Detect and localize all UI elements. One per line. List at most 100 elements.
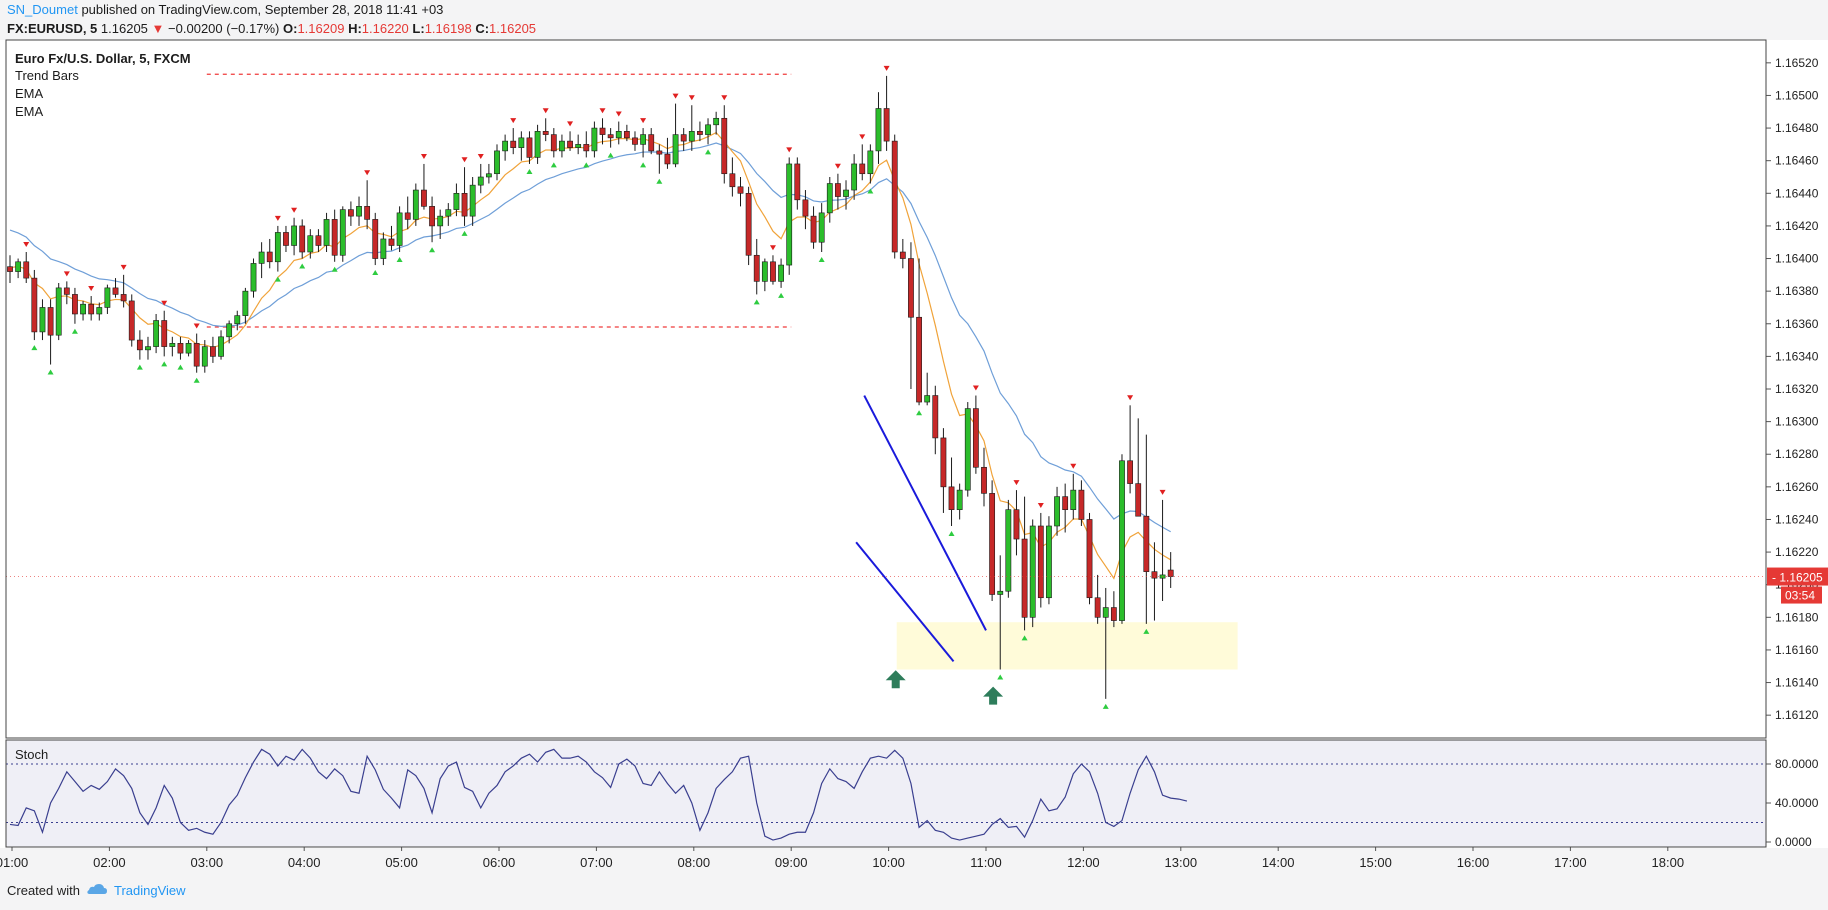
candle-body xyxy=(291,225,297,246)
candle-body xyxy=(315,235,322,246)
x-tick-label: 04:00 xyxy=(288,855,321,870)
candle-body xyxy=(437,215,444,227)
last-price-label: - 1.16205 xyxy=(1772,571,1823,585)
candle-body xyxy=(429,206,435,227)
x-tick-label: 05:00 xyxy=(385,855,418,870)
candle-body xyxy=(47,307,54,336)
y-tick-label: 1.16500 xyxy=(1775,88,1819,102)
candle-body xyxy=(737,186,744,194)
candle-body xyxy=(88,303,95,315)
candle-body xyxy=(1094,597,1101,618)
candle-body xyxy=(218,336,224,357)
x-tick-label: 07:00 xyxy=(580,855,613,870)
candle-body xyxy=(201,346,208,367)
candle-body xyxy=(258,251,265,264)
candle-body xyxy=(899,251,906,259)
candle-body xyxy=(136,339,143,351)
candle-body xyxy=(461,192,468,217)
x-tick-label: 16:00 xyxy=(1457,855,1490,870)
stoch-tick-label: 0.0000 xyxy=(1775,835,1812,849)
price-chart[interactable]: 1.16520 1.16500 1.16480 1.16460 1.16440 1.164… xyxy=(0,0,1828,910)
candle-body xyxy=(396,212,403,246)
candle-body xyxy=(177,343,184,354)
candle-body xyxy=(729,173,736,188)
y-tick-label: 1.16340 xyxy=(1775,349,1819,363)
candle-body xyxy=(981,466,987,494)
candle-body xyxy=(412,189,419,220)
candle-body xyxy=(339,209,346,256)
candle-body xyxy=(859,163,866,175)
stoch-tick-label: 80.0000 xyxy=(1775,757,1819,771)
candle-body xyxy=(1005,509,1012,592)
candle-body xyxy=(575,144,582,148)
candle-body xyxy=(745,192,752,256)
candle-body xyxy=(242,290,249,316)
x-tick-label: 06:00 xyxy=(483,855,516,870)
candle-body xyxy=(274,232,281,263)
candle-body xyxy=(948,486,955,510)
candle-body xyxy=(542,131,549,135)
candle-body xyxy=(1078,489,1085,520)
y-tick-label: 1.16260 xyxy=(1775,480,1819,494)
y-tick-label: 1.16320 xyxy=(1775,382,1819,396)
candle-body xyxy=(502,140,509,152)
y-tick-label: 1.16140 xyxy=(1775,676,1819,690)
y-tick-label: 1.16300 xyxy=(1775,415,1819,429)
candle-body xyxy=(1062,496,1069,510)
legend-ema-fast[interactable]: EMA xyxy=(15,86,43,101)
candle-body xyxy=(518,137,525,148)
legend-ema-slow[interactable]: EMA xyxy=(15,104,43,119)
candle-body xyxy=(567,140,573,148)
candle-body xyxy=(299,225,306,253)
x-tick-label: 13:00 xyxy=(1165,855,1198,870)
y-tick-label: 1.16120 xyxy=(1775,708,1819,722)
candle-body xyxy=(421,189,427,207)
x-tick-label: 10:00 xyxy=(872,855,905,870)
candle-body xyxy=(851,163,858,191)
candle-body xyxy=(656,150,663,155)
legend-trend-bars[interactable]: Trend Bars xyxy=(15,68,79,83)
candle-body xyxy=(445,209,452,217)
candle-body xyxy=(1070,489,1077,510)
candle-body xyxy=(193,343,200,367)
candle-body xyxy=(31,277,38,333)
y-tick-label: 1.16440 xyxy=(1775,186,1819,200)
x-tick-label: 01:00 xyxy=(0,855,28,870)
footer: Created with TradingView xyxy=(7,883,186,898)
x-tick-label: 14:00 xyxy=(1262,855,1295,870)
demand-zone xyxy=(896,622,1238,670)
candle-body xyxy=(875,108,882,152)
candle-body xyxy=(347,209,354,217)
tradingview-link[interactable]: TradingView xyxy=(114,883,186,898)
candle-body xyxy=(891,140,898,253)
candle-body xyxy=(826,183,833,214)
candle-body xyxy=(818,212,825,243)
candle-body xyxy=(145,346,151,351)
candle-body xyxy=(1086,519,1093,599)
candle-body xyxy=(104,287,111,308)
candle-body xyxy=(778,264,784,282)
candle-body xyxy=(250,263,257,292)
candle-body xyxy=(72,294,78,315)
candle-body xyxy=(680,134,687,142)
candle-body xyxy=(331,219,338,256)
y-tick-label: 1.16460 xyxy=(1775,154,1819,168)
candle-body xyxy=(55,287,62,336)
candle-body xyxy=(705,124,711,135)
candle-body xyxy=(153,320,159,347)
candle-body xyxy=(1102,607,1109,618)
candle-body xyxy=(120,294,127,302)
candle-body xyxy=(607,134,614,139)
candle-body xyxy=(372,219,379,259)
candle-body xyxy=(15,261,22,272)
candle-body xyxy=(761,261,768,282)
candle-body xyxy=(485,173,492,178)
candle-body xyxy=(1127,460,1133,484)
candle-body xyxy=(640,134,646,145)
y-tick-label: 1.16220 xyxy=(1775,545,1819,559)
candle-body xyxy=(7,266,13,272)
candle-body xyxy=(1029,525,1036,618)
stoch-tick-label: 40.0000 xyxy=(1775,796,1819,810)
x-tick-label: 02:00 xyxy=(93,855,126,870)
candle-body xyxy=(39,307,46,333)
